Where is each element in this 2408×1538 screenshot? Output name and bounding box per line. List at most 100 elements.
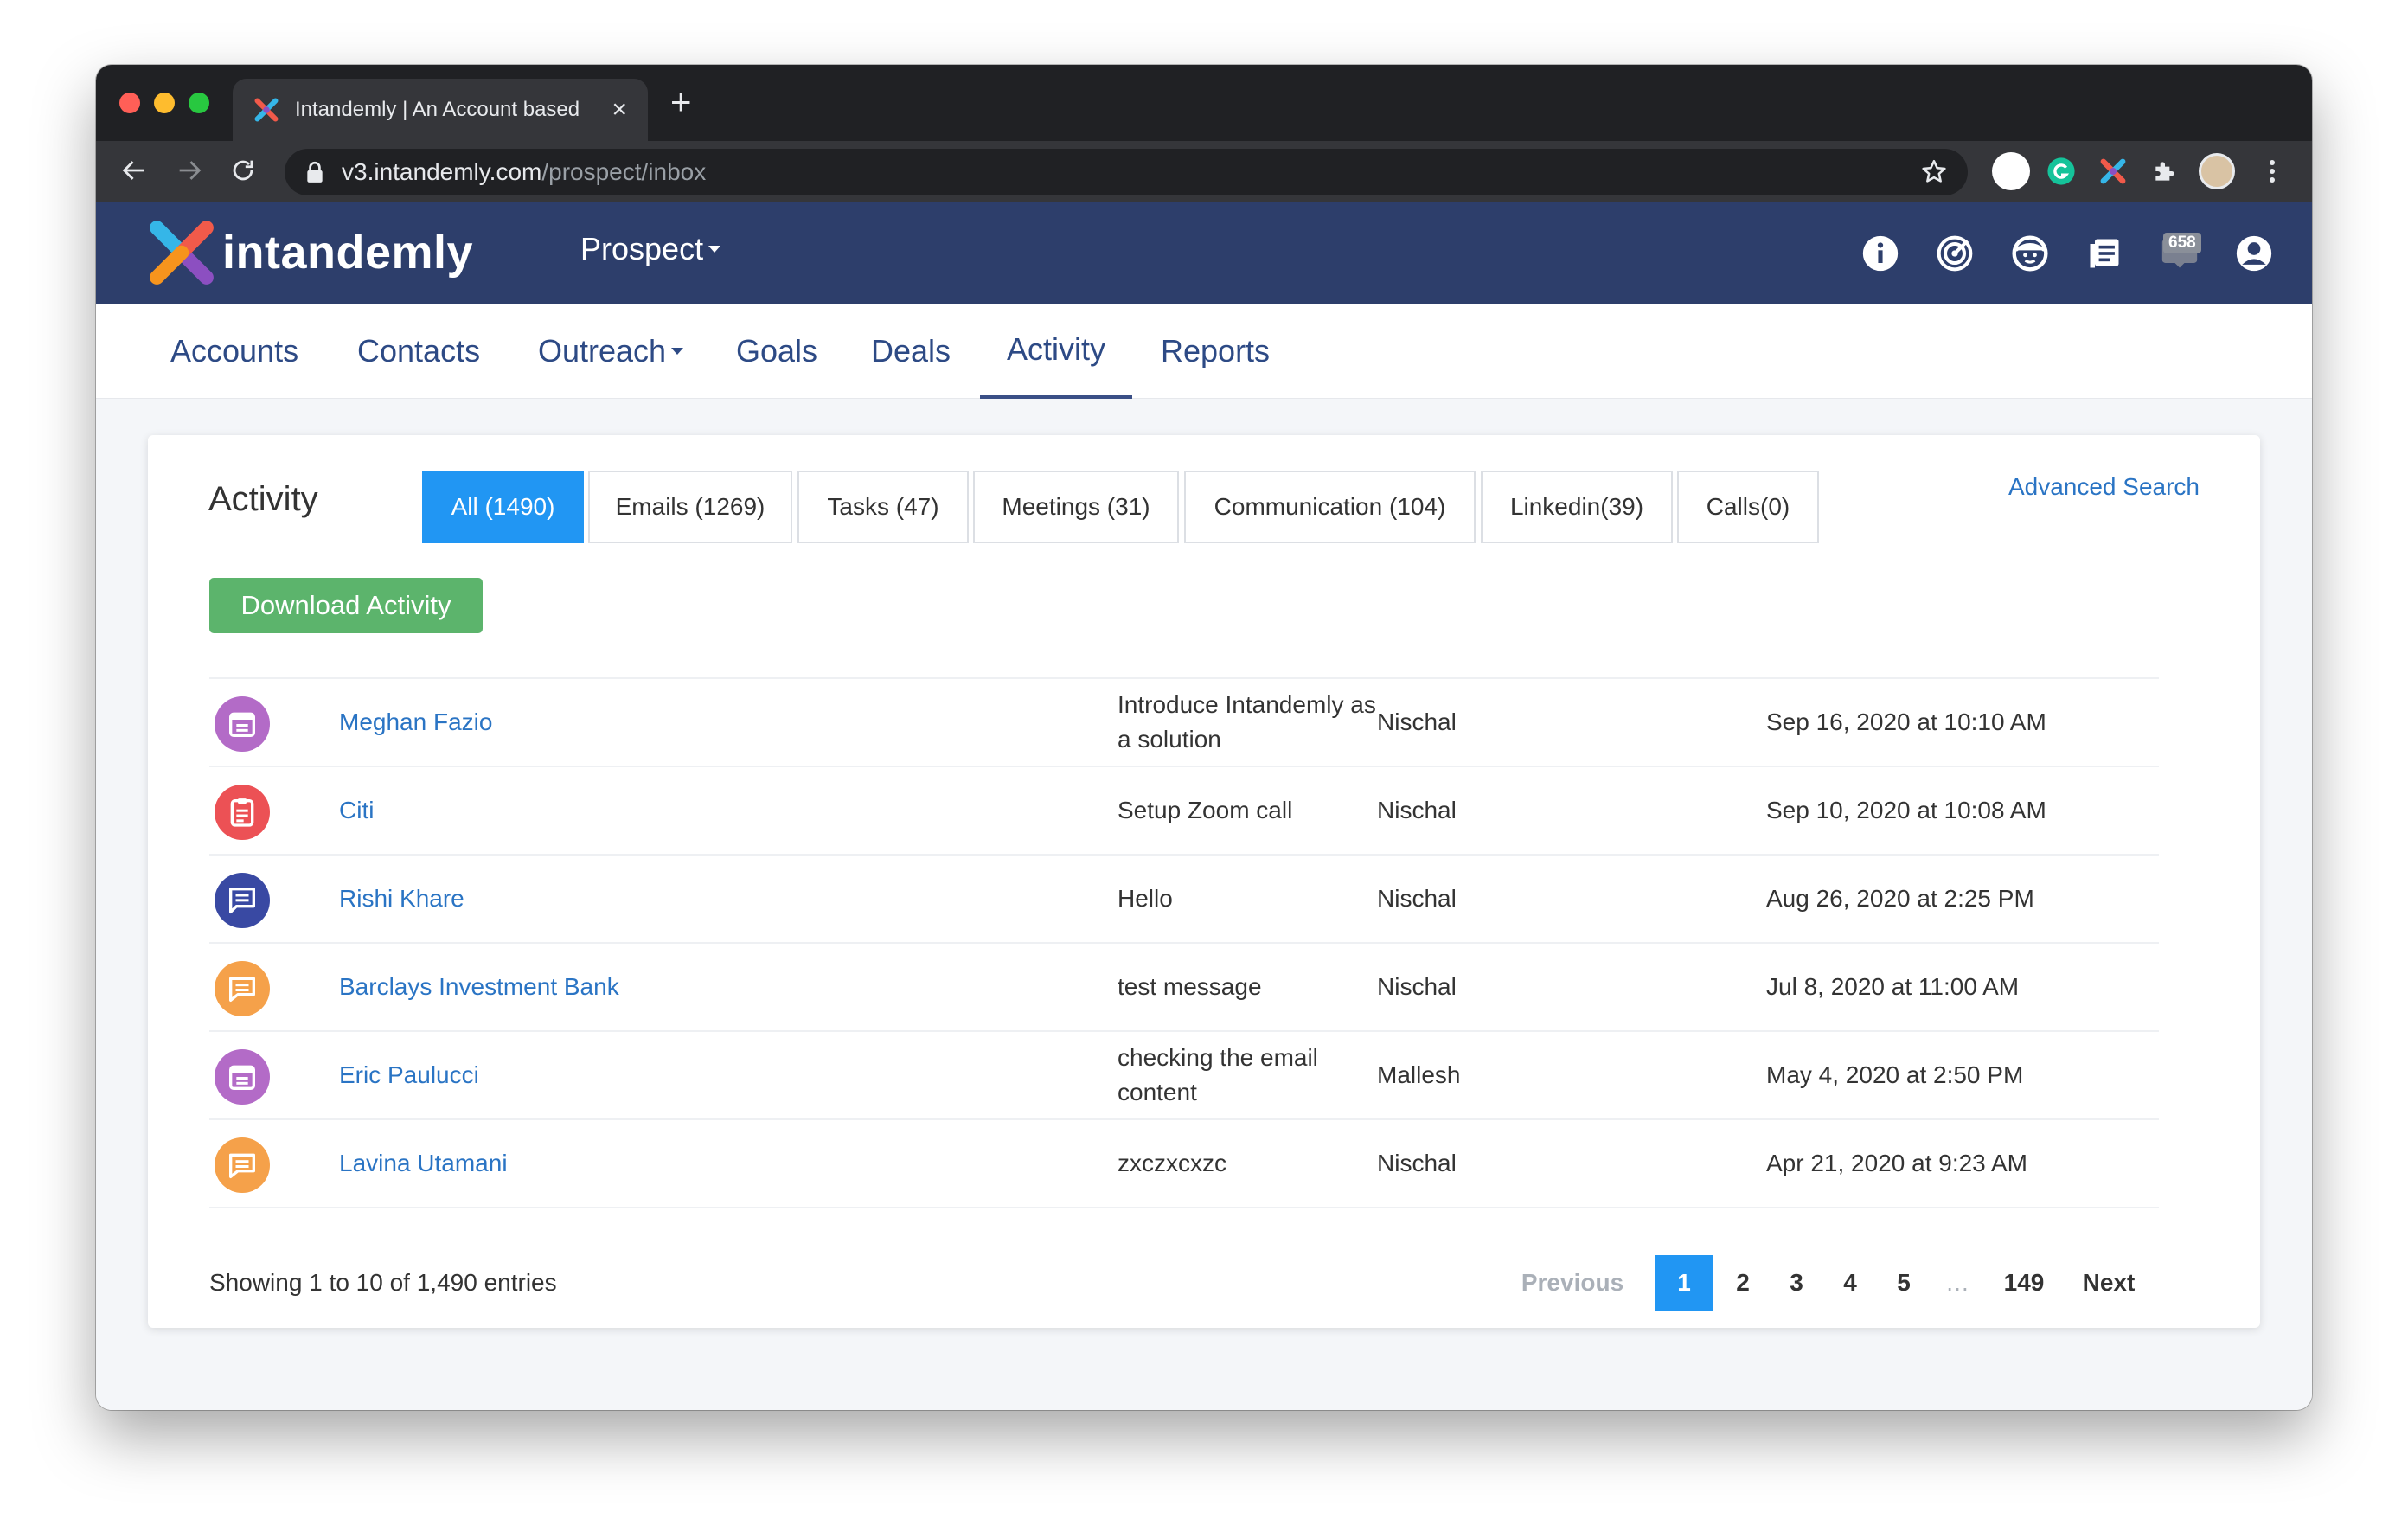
activity-contact-link[interactable]: Lavina Utamani	[339, 1120, 508, 1207]
nav-deals[interactable]: Deals	[871, 304, 951, 399]
address-bar[interactable]: v3.intandemly.com/prospect/inbox	[285, 149, 1968, 195]
intandemly-extension-icon[interactable]	[2094, 152, 2132, 190]
nav-deals-label: Deals	[871, 333, 951, 368]
table-row[interactable]: Rishi Khare Hello Nischal Aug 26, 2020 a…	[209, 856, 2159, 944]
table-row[interactable]: Citi Setup Zoom call Nischal Sep 10, 202…	[209, 767, 2159, 856]
pagination-page-3[interactable]: 3	[1775, 1255, 1818, 1311]
nav-contacts-label: Contacts	[357, 333, 481, 368]
activity-owner: Nischal	[1377, 973, 1457, 1000]
entries-info: Showing 1 to 10 of 1,490 entries	[209, 1269, 557, 1296]
url-host: v3.intandemly.com	[342, 158, 542, 185]
pagination-page-2[interactable]: 2	[1721, 1255, 1764, 1311]
activity-list: Meghan Fazio Introduce Intandemly as a s…	[209, 677, 2159, 1227]
lock-icon	[307, 161, 323, 183]
filter-tab-communication[interactable]: Communication (104)	[1184, 471, 1476, 543]
nav-activity-label: Activity	[1006, 331, 1105, 367]
user-avatar-icon[interactable]	[2198, 152, 2236, 190]
activity-date: Apr 21, 2020 at 9:23 AM	[1766, 1150, 2027, 1176]
filter-tab-all[interactable]: All (1490)	[422, 471, 584, 543]
table-row[interactable]: Barclays Investment Bank test message Ni…	[209, 944, 2159, 1032]
activity-date: Sep 16, 2020 at 10:10 AM	[1766, 708, 2046, 735]
table-row[interactable]: Eric Paulucci checking the email content…	[209, 1032, 2159, 1120]
intandemly-logo[interactable]: intandemly	[146, 217, 473, 288]
download-activity-button[interactable]: Download Activity	[209, 578, 483, 633]
clipboard-icon	[215, 785, 270, 840]
pagination-next[interactable]: Next	[2072, 1255, 2145, 1311]
activity-subject: checking the email content	[1118, 1044, 1318, 1105]
browser-tab[interactable]: Intandemly | An Account based ×	[233, 79, 648, 141]
support-face-icon[interactable]	[2011, 234, 2049, 272]
calendar-icon	[215, 696, 270, 752]
new-tab-button[interactable]: +	[670, 84, 692, 120]
news-feed-icon[interactable]	[2085, 234, 2123, 272]
pagination-ellipsis: …	[1945, 1269, 1969, 1296]
table-row[interactable]: Meghan Fazio Introduce Intandemly as a s…	[209, 679, 2159, 767]
filter-tab-calls[interactable]: Calls(0)	[1677, 471, 1819, 543]
pagination-previous[interactable]: Previous	[1521, 1255, 1624, 1311]
activity-title: Activity	[208, 480, 318, 518]
profile-circle-icon[interactable]	[1992, 152, 2030, 190]
filter-tab-tasks[interactable]: Tasks (47)	[797, 471, 969, 543]
module-switcher-label: Prospect	[580, 231, 704, 266]
nav-contacts[interactable]: Contacts	[357, 304, 480, 399]
table-row[interactable]: Lavina Utamani zxczxcxzc Nischal Apr 21,…	[209, 1120, 2159, 1208]
pagination-page-last[interactable]: 149	[1989, 1255, 2059, 1311]
activity-contact-link[interactable]: Rishi Khare	[339, 856, 464, 942]
maximize-window-button[interactable]	[189, 93, 209, 113]
intandemly-favicon-icon	[254, 98, 279, 122]
activity-owner: Nischal	[1377, 1150, 1457, 1176]
bookmark-star-icon[interactable]	[1919, 157, 1949, 187]
filter-tab-emails[interactable]: Emails (1269)	[588, 471, 792, 543]
activity-subject: Setup Zoom call	[1118, 797, 1293, 823]
target-icon[interactable]	[1936, 234, 1974, 272]
pagination-page-4[interactable]: 4	[1828, 1255, 1872, 1311]
activity-date: Aug 26, 2020 at 2:25 PM	[1766, 885, 2034, 912]
nav-accounts[interactable]: Accounts	[170, 304, 298, 399]
secondary-nav: Accounts Contacts Outreach Goals Deals A…	[96, 304, 2312, 399]
nav-outreach[interactable]: Outreach	[538, 304, 684, 399]
account-user-icon[interactable]	[2235, 234, 2273, 272]
filter-tab-meetings[interactable]: Meetings (31)	[973, 471, 1179, 543]
calendar-icon	[215, 1049, 270, 1105]
activity-owner: Nischal	[1377, 708, 1457, 735]
message-icon	[215, 961, 270, 1016]
browser-menu-icon[interactable]	[2253, 152, 2291, 190]
pagination-page-1[interactable]: 1	[1656, 1255, 1713, 1311]
activity-contact-link[interactable]: Meghan Fazio	[339, 679, 492, 766]
close-window-button[interactable]	[119, 93, 140, 113]
browser-tab-title: Intandemly | An Account based	[295, 98, 580, 121]
info-icon[interactable]	[1861, 234, 1899, 272]
browser-window: Intandemly | An Account based × + v3.int…	[96, 65, 2312, 1410]
activity-date: Jul 8, 2020 at 11:00 AM	[1766, 973, 2020, 1000]
activity-contact-link[interactable]: Citi	[339, 767, 374, 854]
browser-tabstrip: Intandemly | An Account based × +	[96, 65, 2312, 141]
app-header: intandemly Prospect 658	[96, 202, 2312, 304]
filter-tab-linkedin[interactable]: Linkedin(39)	[1481, 471, 1673, 543]
grammarly-extension-icon[interactable]	[2042, 152, 2080, 190]
message-icon	[215, 1137, 270, 1193]
reload-icon[interactable]	[226, 153, 260, 188]
nav-goals[interactable]: Goals	[736, 304, 817, 399]
nav-activity[interactable]: Activity	[980, 304, 1132, 399]
nav-accounts-label: Accounts	[170, 333, 299, 368]
chevron-down-icon	[671, 348, 684, 355]
module-switcher-dropdown[interactable]: Prospect	[580, 231, 721, 267]
minimize-window-button[interactable]	[154, 93, 175, 113]
nav-reports[interactable]: Reports	[1161, 304, 1270, 399]
pagination-page-5[interactable]: 5	[1882, 1255, 1925, 1311]
activity-date: May 4, 2020 at 2:50 PM	[1766, 1061, 2024, 1088]
activity-contact-link[interactable]: Eric Paulucci	[339, 1032, 479, 1118]
puzzle-extensions-icon[interactable]	[2146, 152, 2184, 190]
chat-icon	[215, 873, 270, 928]
back-arrow-icon[interactable]	[117, 153, 151, 188]
browser-toolbar: v3.intandemly.com/prospect/inbox	[96, 141, 2312, 202]
forward-arrow-icon[interactable]	[172, 153, 207, 188]
activity-contact-link[interactable]: Barclays Investment Bank	[339, 944, 619, 1030]
url-path: /prospect/inbox	[541, 158, 707, 185]
close-tab-icon[interactable]: ×	[612, 97, 627, 123]
notification-count-badge: 658	[2163, 233, 2201, 253]
advanced-search-link[interactable]: Advanced Search	[2008, 473, 2200, 501]
chevron-down-icon	[708, 246, 721, 253]
notifications-icon[interactable]: 658	[2161, 233, 2201, 272]
activity-date: Sep 10, 2020 at 10:08 AM	[1766, 797, 2046, 823]
